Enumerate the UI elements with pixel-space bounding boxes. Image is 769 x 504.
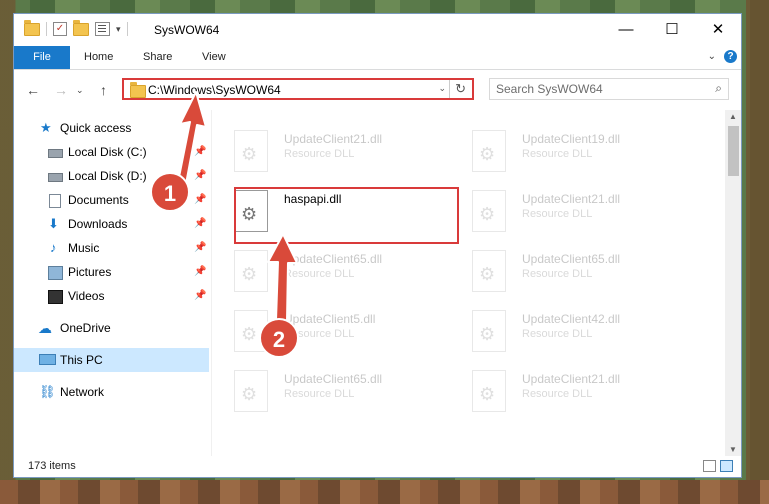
arrow-1	[177, 91, 207, 185]
step-badge-1: 1	[150, 172, 190, 212]
annotation-arrows	[177, 91, 298, 322]
step-badge-2: 2	[259, 318, 299, 358]
arrow-2	[267, 233, 298, 322]
